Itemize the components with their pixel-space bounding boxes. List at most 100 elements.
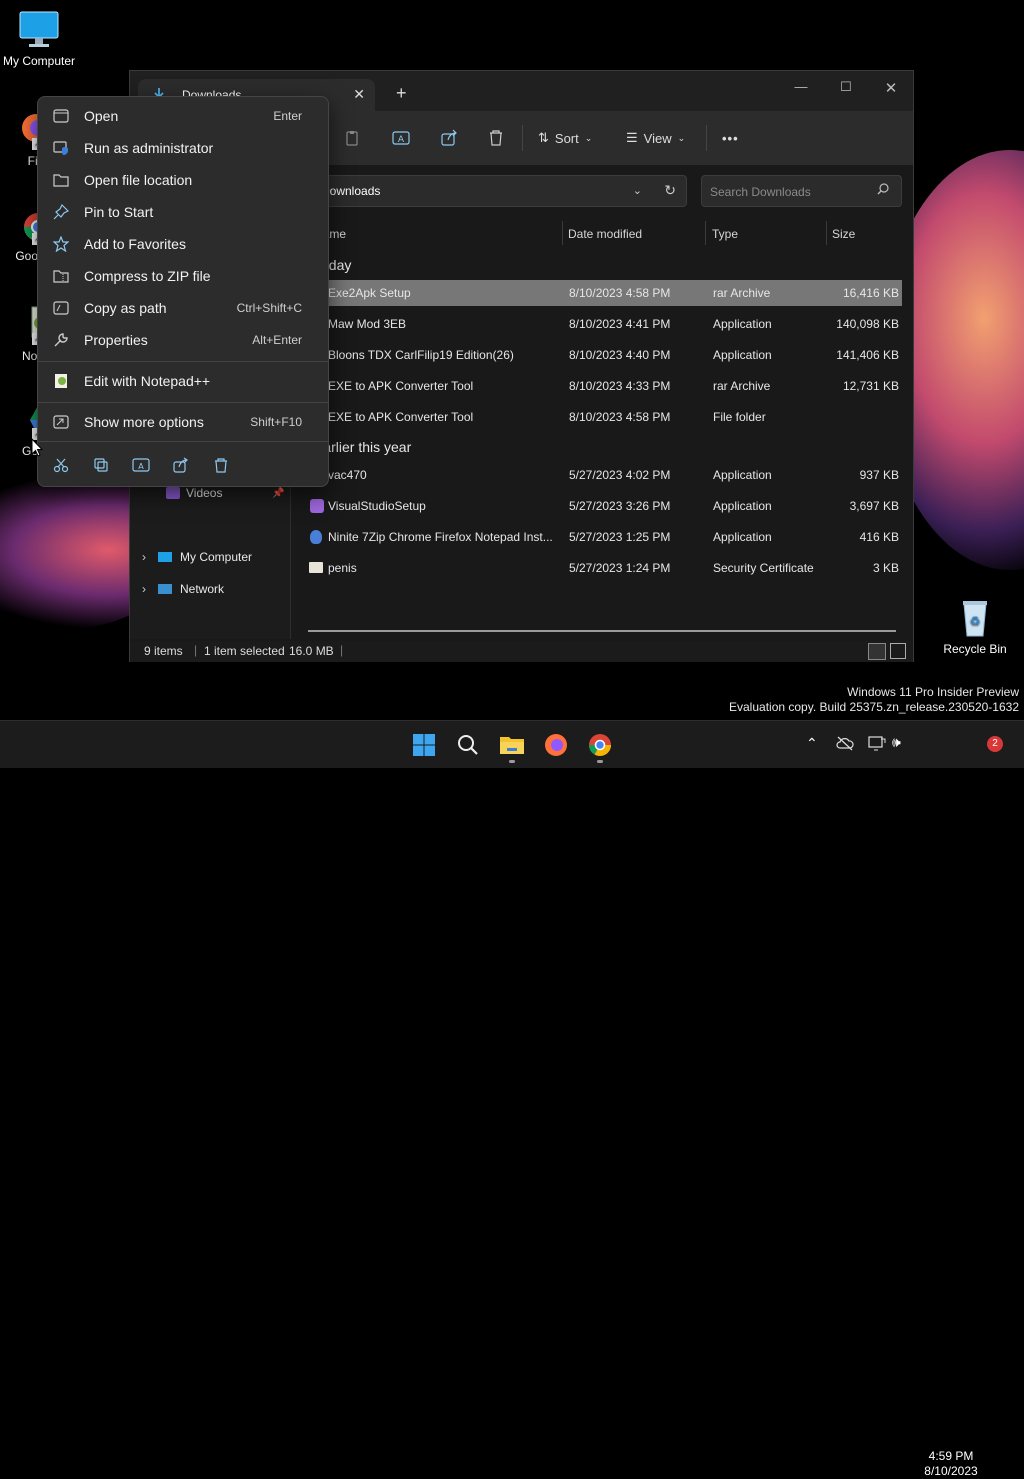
view-button[interactable]: ☰ View ⌄ — [626, 127, 685, 149]
nav-item-network[interactable]: › Network — [142, 577, 224, 601]
file-name: VisualStudioSetup — [328, 499, 426, 513]
file-name: Maw Mod 3EB — [328, 317, 407, 331]
menu-item-show-more-options[interactable]: Show more options Shift+F10 — [42, 407, 324, 437]
tiles-view-icon[interactable] — [890, 643, 906, 659]
network-icon[interactable] — [868, 735, 886, 754]
address-bar[interactable]: Downloads ⌄ ↻ — [290, 175, 687, 207]
share-button[interactable] — [168, 453, 194, 477]
menu-shortcut: Shift+F10 — [250, 415, 302, 429]
file-type: Application — [713, 499, 772, 513]
file-type: File folder — [713, 410, 766, 424]
column-header-size[interactable]: Size — [832, 227, 855, 241]
menu-item-edit-notepad-plus[interactable]: Edit with Notepad++ — [42, 366, 324, 396]
share-button[interactable] — [440, 127, 458, 149]
notepad-plus-icon — [52, 372, 70, 390]
menu-item-open-file-location[interactable]: Open file location — [42, 165, 324, 195]
pin-icon: 📌 — [272, 487, 285, 499]
menu-item-open[interactable]: Open Enter — [42, 101, 324, 131]
table-row[interactable]: EXE to APK Converter Tool 8/10/2023 4:58… — [306, 404, 902, 430]
volume-icon[interactable]: 🕪 — [892, 734, 901, 751]
menu-item-label: Compress to ZIP file — [84, 268, 211, 284]
desktop-icon-my-computer[interactable]: My Computer — [0, 10, 78, 68]
file-date: 5/27/2023 3:26 PM — [569, 499, 671, 513]
sort-label: Sort — [554, 130, 579, 146]
table-row[interactable]: Ninite 7Zip Chrome Firefox Notepad Inst.… — [306, 524, 902, 550]
new-tab-button[interactable]: + — [396, 83, 407, 104]
see-more-button[interactable]: ••• — [722, 127, 739, 149]
table-row[interactable]: Exe2Apk Setup 8/10/2023 4:58 PM rar Arch… — [306, 280, 902, 306]
column-divider — [562, 221, 563, 245]
cloud-offline-icon[interactable] — [836, 735, 854, 754]
menu-item-copy-as-path[interactable]: Copy as path Ctrl+Shift+C — [42, 293, 324, 323]
refresh-icon[interactable]: ↻ — [664, 182, 676, 199]
horizontal-scrollbar[interactable] — [308, 630, 896, 632]
trash-icon — [490, 130, 502, 146]
menu-item-add-to-favorites[interactable]: Add to Favorites — [42, 229, 324, 259]
delete-button[interactable] — [488, 127, 504, 149]
status-bar: 9 items | 1 item selected 16.0 MB | — [130, 641, 913, 662]
column-header-date[interactable]: Date modified — [568, 227, 642, 241]
search-button[interactable] — [454, 731, 482, 759]
chevron-down-icon[interactable]: ⌄ — [633, 184, 642, 197]
taskbar-file-explorer[interactable] — [498, 731, 526, 759]
breadcrumb: Downloads — [321, 184, 381, 198]
sort-button[interactable]: ⇅ Sort ⌄ — [538, 127, 592, 149]
minimize-button[interactable]: — — [778, 79, 824, 94]
firefox-icon — [545, 734, 567, 756]
rename-button[interactable]: A — [128, 453, 154, 477]
trash-icon — [215, 458, 227, 473]
close-window-button[interactable]: ✕ — [868, 79, 914, 97]
search-placeholder: Search Downloads — [710, 185, 811, 199]
file-name: penis — [328, 561, 357, 575]
zip-folder-icon — [52, 267, 70, 285]
table-row[interactable]: Maw Mod 3EB 8/10/2023 4:41 PM Applicatio… — [306, 311, 902, 337]
details-view-icon[interactable] — [868, 643, 886, 660]
nav-item-label: Network — [180, 582, 225, 596]
copy-button[interactable] — [88, 453, 114, 477]
file-size: 937 KB — [859, 468, 899, 482]
status-divider: | — [194, 643, 198, 657]
table-row[interactable]: Bloons TDX CarlFilip19 Edition(26) 8/10/… — [306, 342, 902, 368]
more-options-icon — [52, 413, 70, 431]
menu-item-run-as-admin[interactable]: Run as administrator — [42, 133, 324, 163]
file-size: 3 KB — [872, 561, 899, 575]
clock-date: 8/10/2023 — [924, 1464, 978, 1478]
table-row[interactable]: penis 5/27/2023 1:24 PM Security Certifi… — [306, 555, 902, 581]
file-size: 16,416 KB — [842, 286, 899, 300]
column-divider — [705, 221, 706, 245]
rename-icon: A — [132, 458, 150, 472]
notification-badge[interactable]: 2 — [987, 736, 1003, 752]
paste-button[interactable] — [344, 127, 360, 149]
taskbar-firefox[interactable] — [542, 731, 570, 759]
cut-button[interactable] — [48, 453, 74, 477]
show-hidden-icons-button[interactable]: ⌃ — [806, 735, 818, 752]
windows-logo-icon — [413, 734, 435, 756]
view-label: View — [643, 130, 672, 146]
menu-item-compress-zip[interactable]: Compress to ZIP file — [42, 261, 324, 291]
menu-item-label: Pin to Start — [84, 204, 154, 220]
menu-item-properties[interactable]: Properties Alt+Enter — [42, 325, 324, 355]
table-row[interactable]: vac470 5/27/2023 4:02 PM Application 937… — [306, 462, 902, 488]
running-indicator — [597, 760, 603, 763]
svg-text:A: A — [398, 135, 405, 145]
paste-icon — [346, 131, 358, 146]
file-size: 141,406 KB — [836, 348, 899, 362]
system-clock[interactable]: 4:59 PM 8/10/2023 — [920, 1449, 982, 1479]
desktop-icon-label: Recycle Bin — [943, 642, 1007, 656]
rename-button[interactable]: A — [392, 127, 410, 149]
menu-item-pin-to-start[interactable]: Pin to Start — [42, 197, 324, 227]
delete-button[interactable] — [208, 453, 234, 477]
file-date: 8/10/2023 4:41 PM — [569, 317, 671, 331]
start-button[interactable] — [410, 731, 438, 759]
close-tab-icon[interactable]: ✕ — [353, 86, 365, 103]
file-type: Application — [713, 530, 772, 544]
clock-time: 4:59 PM — [928, 1449, 974, 1463]
taskbar-chrome[interactable] — [586, 731, 614, 759]
table-row[interactable]: VisualStudioSetup 5/27/2023 3:26 PM Appl… — [306, 493, 902, 519]
desktop-icon-recycle-bin[interactable]: ♻ Recycle Bin — [936, 598, 1014, 656]
nav-item-my-computer[interactable]: › My Computer — [142, 545, 252, 569]
table-row[interactable]: EXE to APK Converter Tool 8/10/2023 4:33… — [306, 373, 902, 399]
maximize-button[interactable]: ☐ — [823, 79, 869, 95]
search-input[interactable]: Search Downloads — [701, 175, 902, 207]
column-header-type[interactable]: Type — [712, 227, 738, 241]
